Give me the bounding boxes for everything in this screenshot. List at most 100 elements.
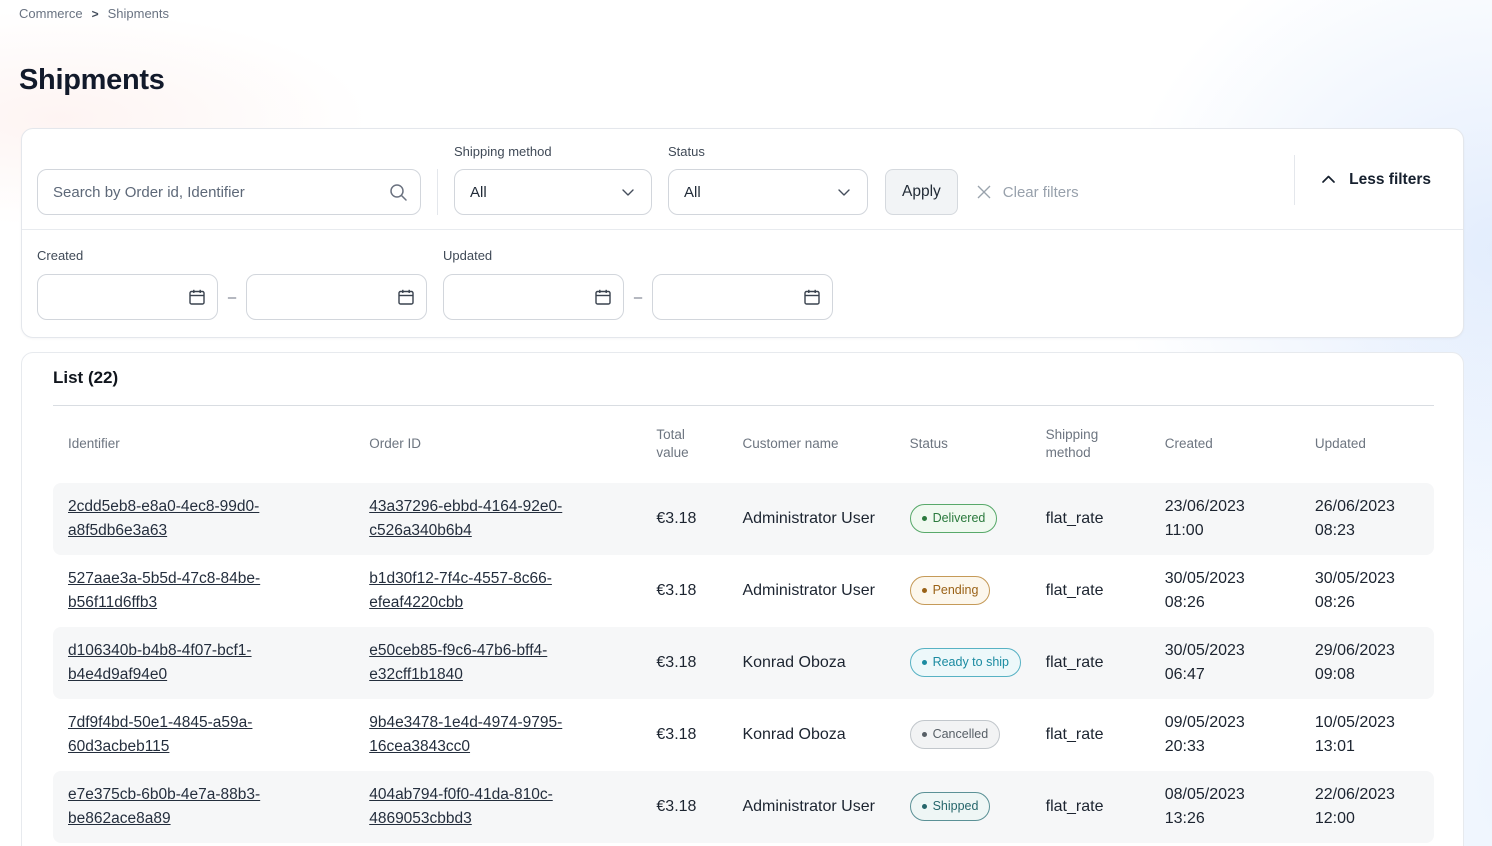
identifier-link[interactable]: 527aae3a-5b5d-47c8-84be-b56f11d6ffb3	[68, 570, 260, 611]
status-badge-label: Delivered	[933, 509, 986, 528]
status-dot-icon	[922, 732, 927, 737]
search-input[interactable]	[37, 169, 421, 215]
identifier-link[interactable]: 7df9f4bd-50e1-4845-a59a-60d3acbeb115	[68, 714, 252, 755]
clear-filters-button[interactable]: Clear filters	[974, 169, 1079, 215]
status-dot-icon	[922, 588, 927, 593]
range-separator: –	[624, 289, 652, 306]
updated-cell: 29/06/202309:08	[1300, 627, 1434, 699]
status-badge: Pending	[910, 576, 991, 605]
shipments-table: Identifier Order ID Total value Customer…	[53, 405, 1434, 843]
identifier-link[interactable]: e7e375cb-6b0b-4e7a-88b3-be862ace8a89	[68, 786, 260, 827]
column-shipping-method: Shipping method	[1031, 406, 1150, 483]
apply-button[interactable]: Apply	[885, 169, 958, 215]
created-cell: 30/05/202308:26	[1150, 555, 1300, 627]
column-status: Status	[895, 406, 1031, 483]
less-filters-toggle[interactable]: Less filters	[1319, 170, 1431, 189]
created-cell: 30/05/202306:47	[1150, 627, 1300, 699]
filters-row-dates: Created –	[22, 229, 1463, 339]
column-created: Created	[1150, 406, 1300, 483]
column-total-value: Total value	[641, 406, 727, 483]
shipping-method-value: All	[470, 184, 487, 201]
filter-divider	[437, 169, 438, 215]
identifier-link[interactable]: 2cdd5eb8-e8a0-4ec8-99d0-a8f5db6e3a63	[68, 498, 259, 539]
breadcrumb-commerce[interactable]: Commerce	[19, 6, 83, 21]
clear-icon	[974, 182, 994, 202]
customer-name-cell: Administrator User	[727, 483, 894, 555]
shipping-method-cell: flat_rate	[1031, 771, 1150, 843]
created-cell: 08/05/202313:26	[1150, 771, 1300, 843]
calendar-icon[interactable]	[802, 287, 822, 307]
updated-cell: 30/05/202308:26	[1300, 555, 1434, 627]
breadcrumb-shipments[interactable]: Shipments	[108, 6, 169, 21]
customer-name-cell: Administrator User	[727, 771, 894, 843]
order-id-link[interactable]: 43a37296-ebbd-4164-92e0-c526a340b6b4	[369, 498, 562, 539]
order-id-link[interactable]: b1d30f12-7f4c-4557-8c66-efeaf4220cbb	[369, 570, 552, 611]
updated-label: Updated	[443, 248, 833, 263]
created-cell: 23/06/202311:00	[1150, 483, 1300, 555]
calendar-icon[interactable]	[593, 287, 613, 307]
search-icon[interactable]	[388, 182, 408, 202]
updated-date-filter: Updated –	[443, 248, 833, 339]
column-customer-name: Customer name	[727, 406, 894, 483]
total-value-cell: €3.18	[641, 771, 727, 843]
breadcrumb-separator: >	[92, 7, 99, 21]
updated-cell: 10/05/202313:01	[1300, 699, 1434, 771]
shipping-method-filter: Shipping method All	[454, 144, 652, 215]
shipments-list-panel: List (22) Identifier Order ID Total valu…	[21, 352, 1464, 846]
table-header-row: Identifier Order ID Total value Customer…	[53, 406, 1434, 483]
identifier-link[interactable]: d106340b-b4b8-4f07-bcf1-b4e4d9af94e0	[68, 642, 252, 683]
status-dot-icon	[922, 804, 927, 809]
chevron-down-icon	[836, 184, 852, 200]
search-group	[37, 169, 421, 215]
chevron-up-icon	[1319, 170, 1338, 189]
calendar-icon[interactable]	[187, 287, 207, 307]
status-badge-label: Ready to ship	[933, 653, 1009, 672]
shipping-method-cell: flat_rate	[1031, 699, 1150, 771]
status-label: Status	[668, 144, 868, 159]
status-filter: Status All	[668, 144, 868, 215]
status-badge: Shipped	[910, 792, 991, 821]
order-id-link[interactable]: 404ab794-f0f0-41da-810c-4869053cbbd3	[369, 786, 553, 827]
table-row: 7df9f4bd-50e1-4845-a59a-60d3acbeb115 9b4…	[53, 699, 1434, 771]
calendar-icon[interactable]	[396, 287, 416, 307]
updated-cell: 26/06/202308:23	[1300, 483, 1434, 555]
shipping-method-cell: flat_rate	[1031, 555, 1150, 627]
filter-divider	[1294, 155, 1295, 205]
status-badge-label: Pending	[933, 581, 979, 600]
list-title: List (22)	[53, 353, 1432, 388]
total-value-cell: €3.18	[641, 699, 727, 771]
order-id-link[interactable]: 9b4e3478-1e4d-4974-9795-16cea3843cc0	[369, 714, 562, 755]
created-cell: 09/05/202320:33	[1150, 699, 1300, 771]
status-badge-label: Shipped	[933, 797, 979, 816]
total-value-cell: €3.18	[641, 483, 727, 555]
status-badge: Delivered	[910, 504, 998, 533]
status-select[interactable]: All	[668, 169, 868, 215]
table-row: 527aae3a-5b5d-47c8-84be-b56f11d6ffb3 b1d…	[53, 555, 1434, 627]
created-date-filter: Created –	[37, 248, 427, 339]
status-dot-icon	[922, 516, 927, 521]
column-order-id: Order ID	[354, 406, 641, 483]
shipping-method-cell: flat_rate	[1031, 483, 1150, 555]
shipments-page: Commerce > Shipments Shipments Shipping …	[0, 0, 1492, 846]
total-value-cell: €3.18	[641, 555, 727, 627]
filters-panel: Shipping method All Status All	[21, 128, 1464, 338]
customer-name-cell: Administrator User	[727, 555, 894, 627]
updated-cell: 22/06/202312:00	[1300, 771, 1434, 843]
customer-name-cell: Konrad Oboza	[727, 699, 894, 771]
total-value-cell: €3.18	[641, 627, 727, 699]
chevron-down-icon	[620, 184, 636, 200]
breadcrumb: Commerce > Shipments	[19, 6, 169, 21]
shipping-method-select[interactable]: All	[454, 169, 652, 215]
table-row: d106340b-b4b8-4f07-bcf1-b4e4d9af94e0 e50…	[53, 627, 1434, 699]
status-badge: Ready to ship	[910, 648, 1021, 677]
clear-filters-label: Clear filters	[1003, 184, 1079, 201]
customer-name-cell: Konrad Oboza	[727, 627, 894, 699]
status-badge: Cancelled	[910, 720, 1001, 749]
range-separator: –	[218, 289, 246, 306]
status-value: All	[684, 184, 701, 201]
created-label: Created	[37, 248, 427, 263]
order-id-link[interactable]: e50ceb85-f9c6-47b6-bff4-e32cff1b1840	[369, 642, 547, 683]
column-updated: Updated	[1300, 406, 1434, 483]
status-dot-icon	[922, 660, 927, 665]
column-identifier: Identifier	[53, 406, 354, 483]
